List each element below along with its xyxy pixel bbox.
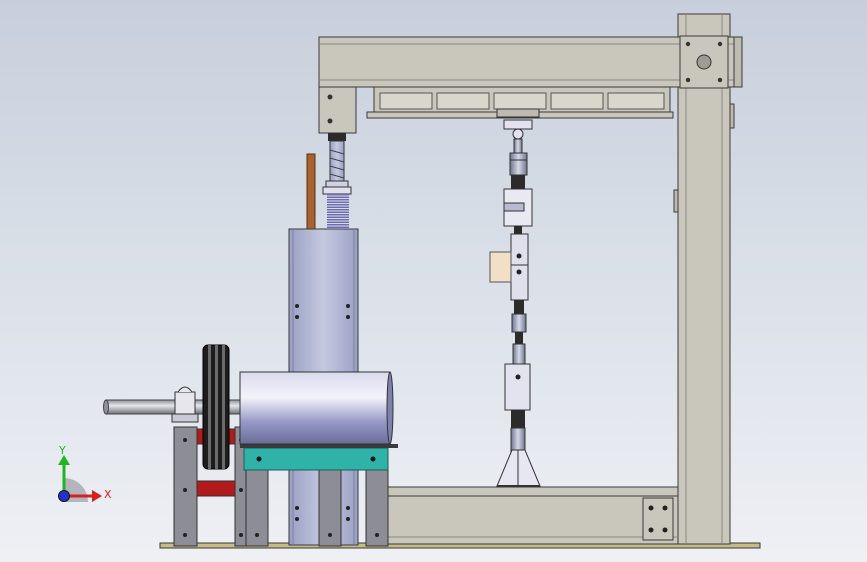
motor <box>239 371 394 445</box>
x-axis-label: X <box>104 488 112 501</box>
test-specimen-string <box>489 119 541 487</box>
cad-model-drawing: Y X <box>58 13 761 549</box>
top-bracket-plate <box>679 35 729 89</box>
top-crossbeam <box>318 36 743 88</box>
cad-viewport[interactable]: Y X <box>0 0 867 562</box>
left-hanger-block <box>318 86 357 134</box>
bearing-block <box>171 386 199 423</box>
base-beam <box>386 486 679 545</box>
spring-assembly <box>322 133 352 228</box>
pulley <box>202 344 230 470</box>
coordinate-triad: Y X <box>58 444 112 502</box>
y-axis-label: Y <box>58 444 66 457</box>
guide-rail <box>366 86 674 119</box>
motor-support <box>240 444 398 547</box>
right-column <box>673 13 735 545</box>
copper-rod <box>306 153 316 231</box>
